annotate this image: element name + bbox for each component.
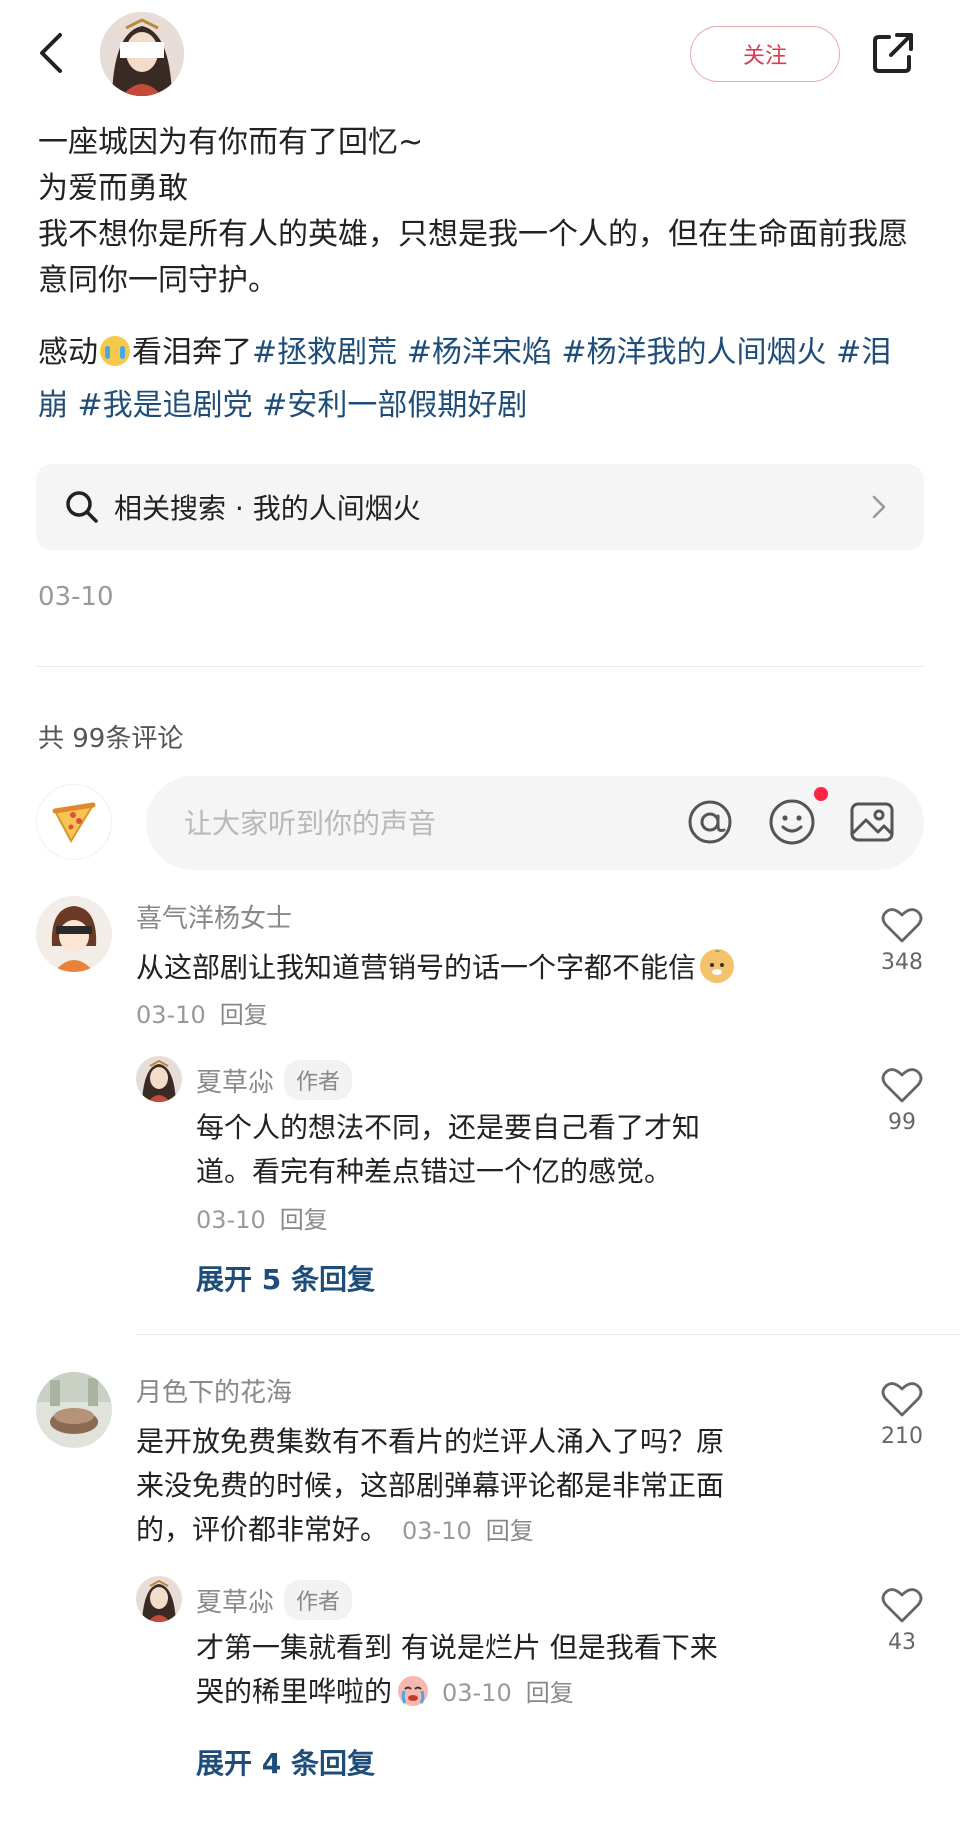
post-tags: 感动 看泪奔了#拯救剧荒 #杨洋宋焰 #杨洋我的人间烟火 #泪崩 #我是追剧党 #… — [38, 326, 918, 432]
reply-text-content: 哭的稀里哗啦的 — [196, 1675, 393, 1708]
commenter-avatar[interactable] — [36, 896, 112, 972]
heart-icon — [881, 908, 923, 943]
image-icon — [850, 802, 894, 842]
post-text-fragment: 感动 — [38, 335, 98, 370]
reply-author-avatar[interactable] — [136, 1576, 182, 1622]
chevron-right-icon — [872, 495, 886, 519]
expand-replies-button[interactable]: 展开 5 条回复 — [196, 1258, 375, 1298]
heart-icon — [881, 1382, 923, 1417]
reply-meta: 03-10 回复 — [442, 1679, 574, 1707]
like-count: 348 — [881, 950, 923, 975]
comment-meta: 03-10 回复 — [136, 995, 268, 1030]
reply-button[interactable]: 回复 — [220, 1001, 268, 1029]
like-count: 43 — [888, 1630, 916, 1655]
related-search-bar[interactable]: 相关搜索 · 我的人间烟火 — [36, 464, 924, 550]
divider — [136, 1334, 960, 1335]
commenter-avatar[interactable] — [36, 1372, 112, 1448]
heart-icon — [881, 1068, 923, 1103]
like-count: 210 — [881, 1424, 923, 1449]
reply-text-line: 每个人的想法不同，还是要自己看了才知 — [196, 1111, 701, 1144]
author-avatar-image — [100, 12, 184, 96]
reply-text: 每个人的想法不同，还是要自己看了才知 道。看完有种差点错过一个亿的感觉。 — [196, 1106, 836, 1194]
search-icon — [64, 489, 100, 525]
reply-meta: 03-10 回复 — [196, 1200, 328, 1235]
post-body: 一座城因为有你而有了回忆~ 为爱而勇敢 我不想你是所有人的英雄，只想是我一个人的… — [38, 120, 918, 304]
reply-date: 03-10 — [196, 1206, 266, 1234]
reply-author-avatar-image — [136, 1576, 182, 1622]
reply-button[interactable]: 回复 — [486, 1517, 534, 1545]
comment-text: 从这部剧让我知道营销号的话一个字都不能信 — [136, 946, 836, 990]
comment-text-content: 的，评价都非常好。 — [136, 1513, 389, 1546]
comment-date: 03-10 — [402, 1517, 472, 1545]
commenter-name[interactable]: 月色下的花海 — [136, 1372, 292, 1409]
comment-text-line: 是开放免费集数有不看片的烂评人涌入了吗？原 — [136, 1425, 725, 1458]
share-icon — [873, 33, 913, 73]
commenter-name[interactable]: 喜气洋杨女士 — [136, 898, 292, 935]
reply-text-line: 才第一集就看到 有说是烂片 但是我看下来 — [196, 1631, 718, 1664]
post-line: 一座城因为有你而有了回忆~ — [38, 125, 424, 160]
comment-meta: 03-10 回复 — [402, 1517, 534, 1545]
divider — [36, 666, 924, 667]
heart-icon — [881, 1588, 923, 1623]
reply-button[interactable]: 回复 — [280, 1206, 328, 1234]
share-button[interactable] — [868, 28, 918, 78]
reply-text-line: 哭的稀里哗啦的 03-10 回复 — [196, 1670, 836, 1715]
pizza-avatar-icon — [52, 802, 96, 844]
author-badge: 作者 — [284, 1060, 353, 1100]
hashtag-link[interactable]: #杨洋我的人间烟火 — [561, 335, 826, 370]
comment-text: 是开放免费集数有不看片的烂评人涌入了吗？原 来没免费的时候，这部剧弹幕评论都是非… — [136, 1420, 856, 1553]
reply-author-avatar[interactable] — [136, 1056, 182, 1102]
comment-text-line: 的，评价都非常好。 03-10 回复 — [136, 1508, 856, 1553]
commenter-avatar-image — [36, 896, 112, 972]
like-button[interactable]: 348 — [872, 906, 932, 975]
post-line: 我不想你是所有人的英雄，只想是我一个人的，但在生命面前我愿意同你一同守护。 — [38, 217, 908, 298]
emoji-button[interactable] — [766, 796, 818, 848]
notification-dot — [814, 787, 828, 801]
hashtag-link[interactable]: #安利一部假期好剧 — [262, 388, 527, 423]
back-button[interactable] — [30, 28, 70, 78]
mention-button[interactable] — [684, 796, 736, 848]
reply-author: 夏草尛 作者 — [196, 1060, 353, 1100]
expand-replies-button[interactable]: 展开 4 条回复 — [196, 1742, 375, 1782]
reply-button[interactable]: 回复 — [526, 1679, 574, 1707]
comment-count: 共 99条评论 — [38, 724, 184, 754]
commenter-avatar-image — [36, 1372, 112, 1448]
reply-author: 夏草尛 作者 — [196, 1580, 353, 1620]
like-button[interactable]: 99 — [872, 1066, 932, 1135]
post-date: 03-10 — [38, 582, 114, 612]
top-bar: 关注 — [0, 0, 960, 118]
my-avatar[interactable] — [36, 784, 112, 860]
crying-emoji-icon — [100, 336, 130, 366]
comment-date: 03-10 — [136, 1001, 206, 1029]
smiley-icon — [769, 799, 815, 845]
reply-text: 才第一集就看到 有说是烂片 但是我看下来 哭的稀里哗啦的 03-10 回复 — [196, 1626, 836, 1715]
like-button[interactable]: 210 — [872, 1380, 932, 1449]
hashtag-link[interactable]: #杨洋宋焰 — [407, 335, 552, 370]
hashtag-link[interactable]: #拯救剧荒 — [252, 335, 397, 370]
comment-text-line: 来没免费的时候，这部剧弹幕评论都是非常正面 — [136, 1469, 725, 1502]
crying-emoji-icon — [396, 1673, 430, 1707]
post-text-fragment: 看泪奔了 — [132, 335, 252, 370]
reply-date: 03-10 — [442, 1679, 512, 1707]
reply-author-name[interactable]: 夏草尛 — [196, 1068, 274, 1098]
follow-button[interactable]: 关注 — [690, 26, 840, 82]
at-icon — [688, 800, 732, 844]
post-line: 为爱而勇敢 — [38, 171, 188, 206]
author-avatar[interactable] — [100, 12, 184, 96]
doge-emoji-icon — [700, 949, 735, 983]
chevron-left-icon — [40, 33, 62, 73]
comment-text-content: 从这部剧让我知道营销号的话一个字都不能信 — [136, 951, 697, 984]
reply-author-avatar-image — [136, 1056, 182, 1102]
reply-author-name[interactable]: 夏草尛 — [196, 1588, 274, 1618]
like-count: 99 — [888, 1110, 916, 1135]
hashtag-link[interactable]: #我是追剧党 — [78, 388, 253, 423]
author-badge: 作者 — [284, 1580, 353, 1620]
related-search-label: 相关搜索 · 我的人间烟火 — [114, 492, 421, 525]
image-button[interactable] — [846, 796, 898, 848]
like-button[interactable]: 43 — [872, 1586, 932, 1655]
reply-text-line: 道。看完有种差点错过一个亿的感觉。 — [196, 1155, 673, 1188]
